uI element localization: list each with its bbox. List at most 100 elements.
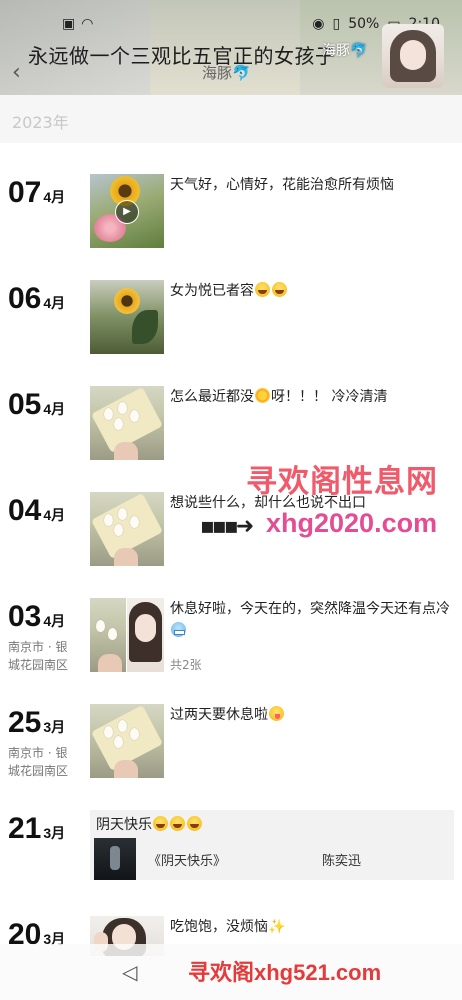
vibrate-icon: ▯ bbox=[332, 16, 341, 32]
entry-day: 04 bbox=[8, 494, 42, 527]
arrow-right-icon: ▪▪▪➜ bbox=[200, 514, 254, 539]
tulip-bud bbox=[130, 516, 139, 528]
watermark-text: 寻欢阁性息网 bbox=[246, 464, 438, 500]
leaf-shape bbox=[132, 310, 158, 344]
entry-month: 4月 bbox=[43, 189, 66, 205]
photo-count: 共2张 bbox=[170, 658, 202, 672]
entry-photo[interactable]: ▶ bbox=[90, 174, 164, 248]
chevron-left-icon[interactable]: ‹ bbox=[12, 60, 21, 85]
hand-shape bbox=[98, 654, 122, 672]
entry-month: 4月 bbox=[43, 507, 66, 523]
tulip-bud bbox=[118, 720, 127, 732]
entry-day: 05 bbox=[8, 388, 42, 421]
entry-month: 4月 bbox=[43, 613, 66, 629]
entry-day: 03 bbox=[8, 600, 42, 633]
hand-shape bbox=[114, 442, 138, 460]
year-label: 2023年 bbox=[12, 113, 69, 132]
entry-text: 怎么最近都没 呀！！！ 冷冷清清 bbox=[170, 386, 454, 408]
album-cover bbox=[94, 838, 136, 880]
year-section: 2023年 bbox=[0, 95, 462, 143]
wifi-icon: ◠ bbox=[81, 16, 94, 32]
entry-date: 07 4月 bbox=[8, 174, 65, 216]
entry-location: 南京市 · 银城花园南区 bbox=[8, 746, 69, 778]
battery-percent: 50% bbox=[348, 16, 380, 32]
entry-text: 休息好啦，今天在的，突然降温今天还有点冷 bbox=[170, 598, 454, 642]
entry-month: 3月 bbox=[43, 825, 66, 841]
entry-location: 南京市 · 银城花园南区 bbox=[8, 640, 69, 672]
laughing-emoji-icon bbox=[272, 282, 287, 297]
entry-photo[interactable] bbox=[90, 704, 164, 778]
album-figure bbox=[110, 846, 120, 870]
entry-day: 07 bbox=[8, 176, 42, 209]
entry-text-tail: 呀！！！ 冷冷清清 bbox=[271, 389, 388, 405]
entry-photo[interactable] bbox=[90, 386, 164, 460]
girl-face bbox=[135, 614, 156, 642]
entry-text: 天气好，心情好，花能治愈所有烦恼 bbox=[170, 177, 394, 193]
entry-text-main: 过两天要休息啦 bbox=[170, 707, 268, 723]
tulip-bud bbox=[118, 402, 127, 414]
avatar-name: 海豚🐬 bbox=[322, 43, 368, 59]
entry-text: 吃饱饱，没烦恼✨ bbox=[170, 916, 454, 938]
tulip-bud bbox=[108, 628, 117, 640]
play-icon[interactable]: ▶ bbox=[115, 200, 139, 224]
profile-header: ▣ ◠ ◉ ▯ 50% ▭ 2:10 永远做一个三观比五官正的女孩子 ‹ 海豚🐬… bbox=[0, 0, 462, 95]
tongue-emoji-icon bbox=[269, 706, 284, 721]
entry-date: 04 4月 bbox=[8, 492, 65, 534]
tulip-bud bbox=[114, 418, 123, 430]
entry-text: 过两天要休息啦 bbox=[170, 704, 454, 726]
triangle-back-icon[interactable]: ◁ bbox=[122, 960, 137, 984]
tulip-bud bbox=[96, 620, 105, 632]
entry-month: 4月 bbox=[43, 401, 66, 417]
entry-month: 4月 bbox=[43, 295, 66, 311]
entry-text-main: 吃饱饱，没烦恼 bbox=[170, 919, 268, 935]
entry-day: 25 bbox=[8, 706, 42, 739]
hand-shape bbox=[114, 760, 138, 778]
avatar[interactable] bbox=[382, 24, 444, 88]
tulip-bud bbox=[118, 508, 127, 520]
cold-face-emoji-icon bbox=[171, 622, 186, 637]
tulip-bud bbox=[130, 728, 139, 740]
entry-day: 21 bbox=[8, 812, 42, 845]
tulip-bud bbox=[114, 736, 123, 748]
notification-icon: ▣ bbox=[62, 16, 76, 32]
tulip-bud bbox=[104, 726, 113, 738]
avatar-face bbox=[400, 40, 426, 70]
entry-photo[interactable] bbox=[90, 492, 164, 566]
music-share-card[interactable]: 阴天快乐 《阴天快乐》 陈奕迅 bbox=[90, 810, 454, 880]
status-left-icons: ▣ ◠ bbox=[62, 16, 93, 32]
entry-date: 21 3月 bbox=[8, 810, 65, 852]
sparkles-emoji-icon: ✨ bbox=[268, 919, 286, 935]
laughing-emoji-icon bbox=[170, 816, 185, 831]
entry-date: 05 4月 bbox=[8, 386, 65, 428]
entry-photo[interactable] bbox=[127, 598, 164, 672]
tulip-bud bbox=[104, 514, 113, 526]
tulip-bud bbox=[130, 410, 139, 422]
song-title: 《阴天快乐》 bbox=[148, 854, 227, 869]
sun-emoji-icon bbox=[255, 388, 270, 403]
entry-text-main: 休息好啦，今天在的，突然降温今天还有点冷 bbox=[170, 601, 450, 617]
eye-icon: ◉ bbox=[312, 16, 325, 32]
hand-shape bbox=[114, 548, 138, 566]
entry-text: 女为悦已者容 bbox=[170, 280, 454, 302]
entry-day: 06 bbox=[8, 282, 42, 315]
music-post-text: 阴天快乐 bbox=[96, 814, 203, 834]
entry-photo[interactable] bbox=[90, 280, 164, 354]
song-artist: 陈奕迅 bbox=[322, 854, 362, 869]
sunflower-shape bbox=[114, 288, 140, 314]
music-post-caption: 阴天快乐 bbox=[96, 817, 152, 833]
entry-date: 25 3月 bbox=[8, 704, 65, 746]
watermark-url: xhg2020.com bbox=[266, 508, 438, 538]
page-title: 海豚🐬 bbox=[202, 64, 251, 82]
tulip-bud bbox=[104, 408, 113, 420]
entry-photo[interactable] bbox=[90, 598, 126, 672]
entry-text-main: 女为悦已者容 bbox=[170, 283, 254, 299]
entry-date: 06 4月 bbox=[8, 280, 65, 322]
laughing-emoji-icon bbox=[153, 816, 168, 831]
entry-text-main: 怎么最近都没 bbox=[170, 389, 254, 405]
profile-signature: 永远做一个三观比五官正的女孩子 bbox=[28, 44, 336, 68]
entry-date: 03 4月 bbox=[8, 598, 65, 640]
laughing-emoji-icon bbox=[255, 282, 270, 297]
laughing-emoji-icon bbox=[187, 816, 202, 831]
watermark-footer: 寻欢阁xhg521.com bbox=[188, 960, 382, 985]
entry-month: 3月 bbox=[43, 719, 66, 735]
